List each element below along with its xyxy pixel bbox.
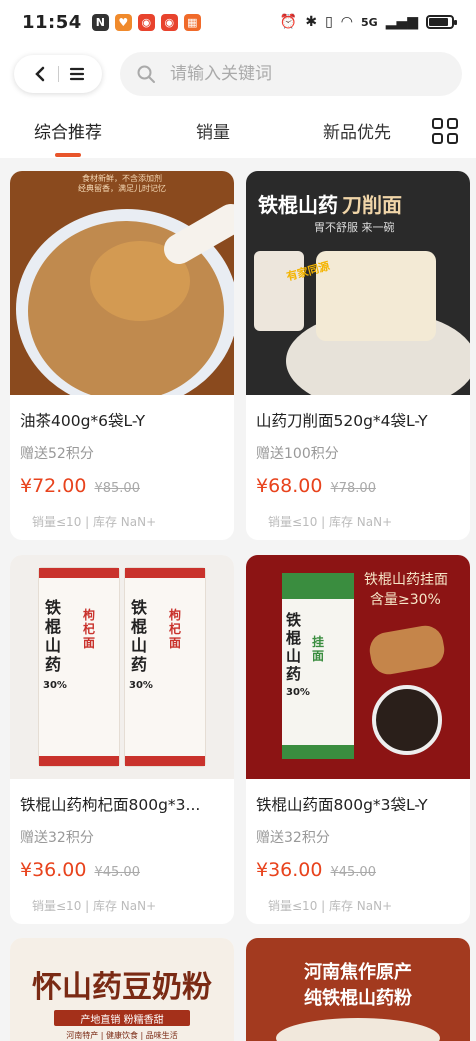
price-row: ¥68.00 ¥78.00 (246, 475, 470, 497)
product-meta: 销量≤10 | 库存 NaN+ (268, 899, 393, 913)
vibrate-icon: ▯ (325, 14, 333, 30)
product-price: ¥36.00 (20, 859, 87, 881)
product-image: 河南焦作原产 纯铁棍山药粉 (246, 938, 470, 1041)
price-row: ¥36.00 ¥45.00 (10, 859, 234, 881)
product-points: 赠送100积分 (256, 446, 339, 462)
product-points: 赠送32积分 (20, 830, 94, 846)
product-old-price: ¥85.00 (94, 481, 140, 496)
image-headline: 铁棍山药 (258, 193, 338, 217)
package-right: 铁棍山药 枸杞面 30% (124, 567, 206, 767)
image-headline: 铁棍山药挂面 (364, 572, 448, 588)
image-sub: 含量≥30% (370, 592, 441, 608)
top-bar (0, 44, 476, 104)
battery-icon (426, 15, 457, 29)
image-sub: 胃不舒服 来一碗 (314, 221, 395, 234)
layout-toggle-icon[interactable] (432, 118, 458, 144)
search-icon (137, 65, 155, 83)
product-price: ¥68.00 (256, 475, 323, 497)
product-card[interactable]: 铁棍山药挂面 含量≥30% 铁棍山药 挂面 30% 铁棍山药面800g*3袋L-… (246, 555, 470, 924)
alarm-icon: ⏰ (279, 14, 298, 30)
product-points: 赠送32积分 (256, 830, 330, 846)
package-variety: 挂面 (312, 635, 325, 663)
package-ratio: 30% (43, 680, 67, 691)
product-title: 铁棍山药枸杞面800g*3... (20, 796, 201, 814)
tab-recommended[interactable]: 综合推荐 (34, 118, 102, 143)
image-tag: 河南特产 | 健康饮食 | 品味生活 (66, 1031, 178, 1040)
bowl-image (276, 1018, 440, 1041)
menu-icon (69, 67, 84, 81)
status-time: 11:54 (22, 11, 82, 33)
nav-capsule (14, 55, 102, 93)
yam-pieces (254, 251, 304, 331)
weibo-icon: ◉ (137, 13, 155, 31)
network-type: 5G (361, 15, 378, 29)
weibo-icon-2: ◉ (160, 13, 178, 31)
menu-button[interactable] (64, 61, 90, 87)
product-card[interactable]: 铁棍山药 枸杞面 30% 铁棍山药 枸杞面 30% 铁棍山药枸杞面800g*3.… (10, 555, 234, 924)
tab-new[interactable]: 新品优先 (323, 118, 391, 143)
package-brand: 铁棍山药 (131, 598, 148, 674)
product-image: 怀山药豆奶粉 产地直销 粉糯香甜 河南特产 | 健康饮食 | 品味生活 (10, 938, 234, 1041)
search-input[interactable] (170, 64, 420, 84)
image-caption-2: 经典留香，满足儿时记忆 (78, 184, 166, 193)
image-headline: 怀山药豆奶粉 (32, 970, 212, 1005)
price-row: ¥36.00 ¥45.00 (246, 859, 470, 881)
app-notification-icon: ♥ (114, 13, 132, 31)
product-old-price: ¥78.00 (330, 481, 376, 496)
capsule-divider (57, 66, 59, 82)
package-variety: 枸杞面 (169, 608, 182, 650)
app-icon: ▦ (183, 13, 201, 31)
package-left: 铁棍山药 枸杞面 30% (38, 567, 120, 767)
product-price: ¥36.00 (256, 859, 323, 881)
image-sub: 产地直销 粉糯香甜 (80, 1015, 164, 1026)
chevron-left-icon (34, 66, 44, 82)
package-variety: 枸杞面 (83, 608, 96, 650)
price-row: ¥72.00 ¥85.00 (10, 475, 234, 497)
product-image: 铁棍山药 刀削面 胃不舒服 来一碗 有家同源 (246, 171, 470, 395)
product-meta: 销量≤10 | 库存 NaN+ (32, 899, 157, 913)
product-card[interactable]: 怀山药豆奶粉 产地直销 粉糯香甜 河南特产 | 健康饮食 | 品味生活 (10, 938, 234, 1041)
bluetooth-icon: ✱ (305, 14, 318, 30)
product-image: 食材新鲜，不含添加剂 经典留香，满足儿时记忆 (10, 171, 234, 395)
status-bar: 11:54 N ♥ ◉ ◉ ▦ ⏰ ✱ ▯ ◠ 5G ▂▄▆ (0, 0, 476, 44)
yam-image (366, 622, 448, 678)
sort-tabs: 综合推荐 销量 新品优先 (0, 104, 476, 158)
product-price: ¥72.00 (20, 475, 87, 497)
package-ratio: 30% (129, 680, 153, 691)
product-old-price: ¥45.00 (94, 865, 140, 880)
dish-image (372, 685, 442, 755)
tab-sales[interactable]: 销量 (196, 118, 230, 143)
product-title: 铁棍山药面800g*3袋L-Y (256, 796, 428, 814)
signal-icon: ▂▄▆ (385, 14, 418, 30)
package: 铁棍山药 挂面 30% (282, 573, 354, 759)
nfc-icon: N (91, 13, 109, 31)
product-title: 山药刀削面520g*4袋L-Y (256, 412, 428, 430)
product-old-price: ¥45.00 (330, 865, 376, 880)
image-sub: 纯铁棍山药粉 (304, 988, 412, 1009)
product-card[interactable]: 河南焦作原产 纯铁棍山药粉 (246, 938, 470, 1041)
package-brand: 铁棍山药 (45, 598, 62, 674)
image-headline-2: 刀削面 (342, 193, 402, 217)
search-bar[interactable] (120, 52, 462, 96)
product-meta: 销量≤10 | 库存 NaN+ (268, 515, 393, 529)
image-headline: 河南焦作原产 (304, 962, 412, 983)
system-icons: ⏰ ✱ ▯ ◠ 5G ▂▄▆ (279, 14, 457, 30)
back-button[interactable] (27, 61, 53, 87)
product-points: 赠送52积分 (20, 446, 94, 462)
notification-icons: N ♥ ◉ ◉ ▦ (91, 13, 201, 31)
product-image: 铁棍山药 枸杞面 30% 铁棍山药 枸杞面 30% (10, 555, 234, 779)
product-card[interactable]: 铁棍山药 刀削面 胃不舒服 来一碗 有家同源 山药刀削面520g*4袋L-Y 赠… (246, 171, 470, 540)
wifi-icon: ◠ (340, 14, 353, 30)
noodles (316, 251, 436, 341)
product-image: 铁棍山药挂面 含量≥30% 铁棍山药 挂面 30% (246, 555, 470, 779)
product-meta: 销量≤10 | 库存 NaN+ (32, 515, 157, 529)
product-title: 油茶400g*6袋L-Y (20, 412, 146, 430)
package-brand: 铁棍山药 (286, 611, 302, 683)
product-card[interactable]: 食材新鲜，不含添加剂 经典留香，满足儿时记忆 油茶400g*6袋L-Y 赠送52… (10, 171, 234, 540)
package-ratio: 30% (286, 687, 310, 698)
